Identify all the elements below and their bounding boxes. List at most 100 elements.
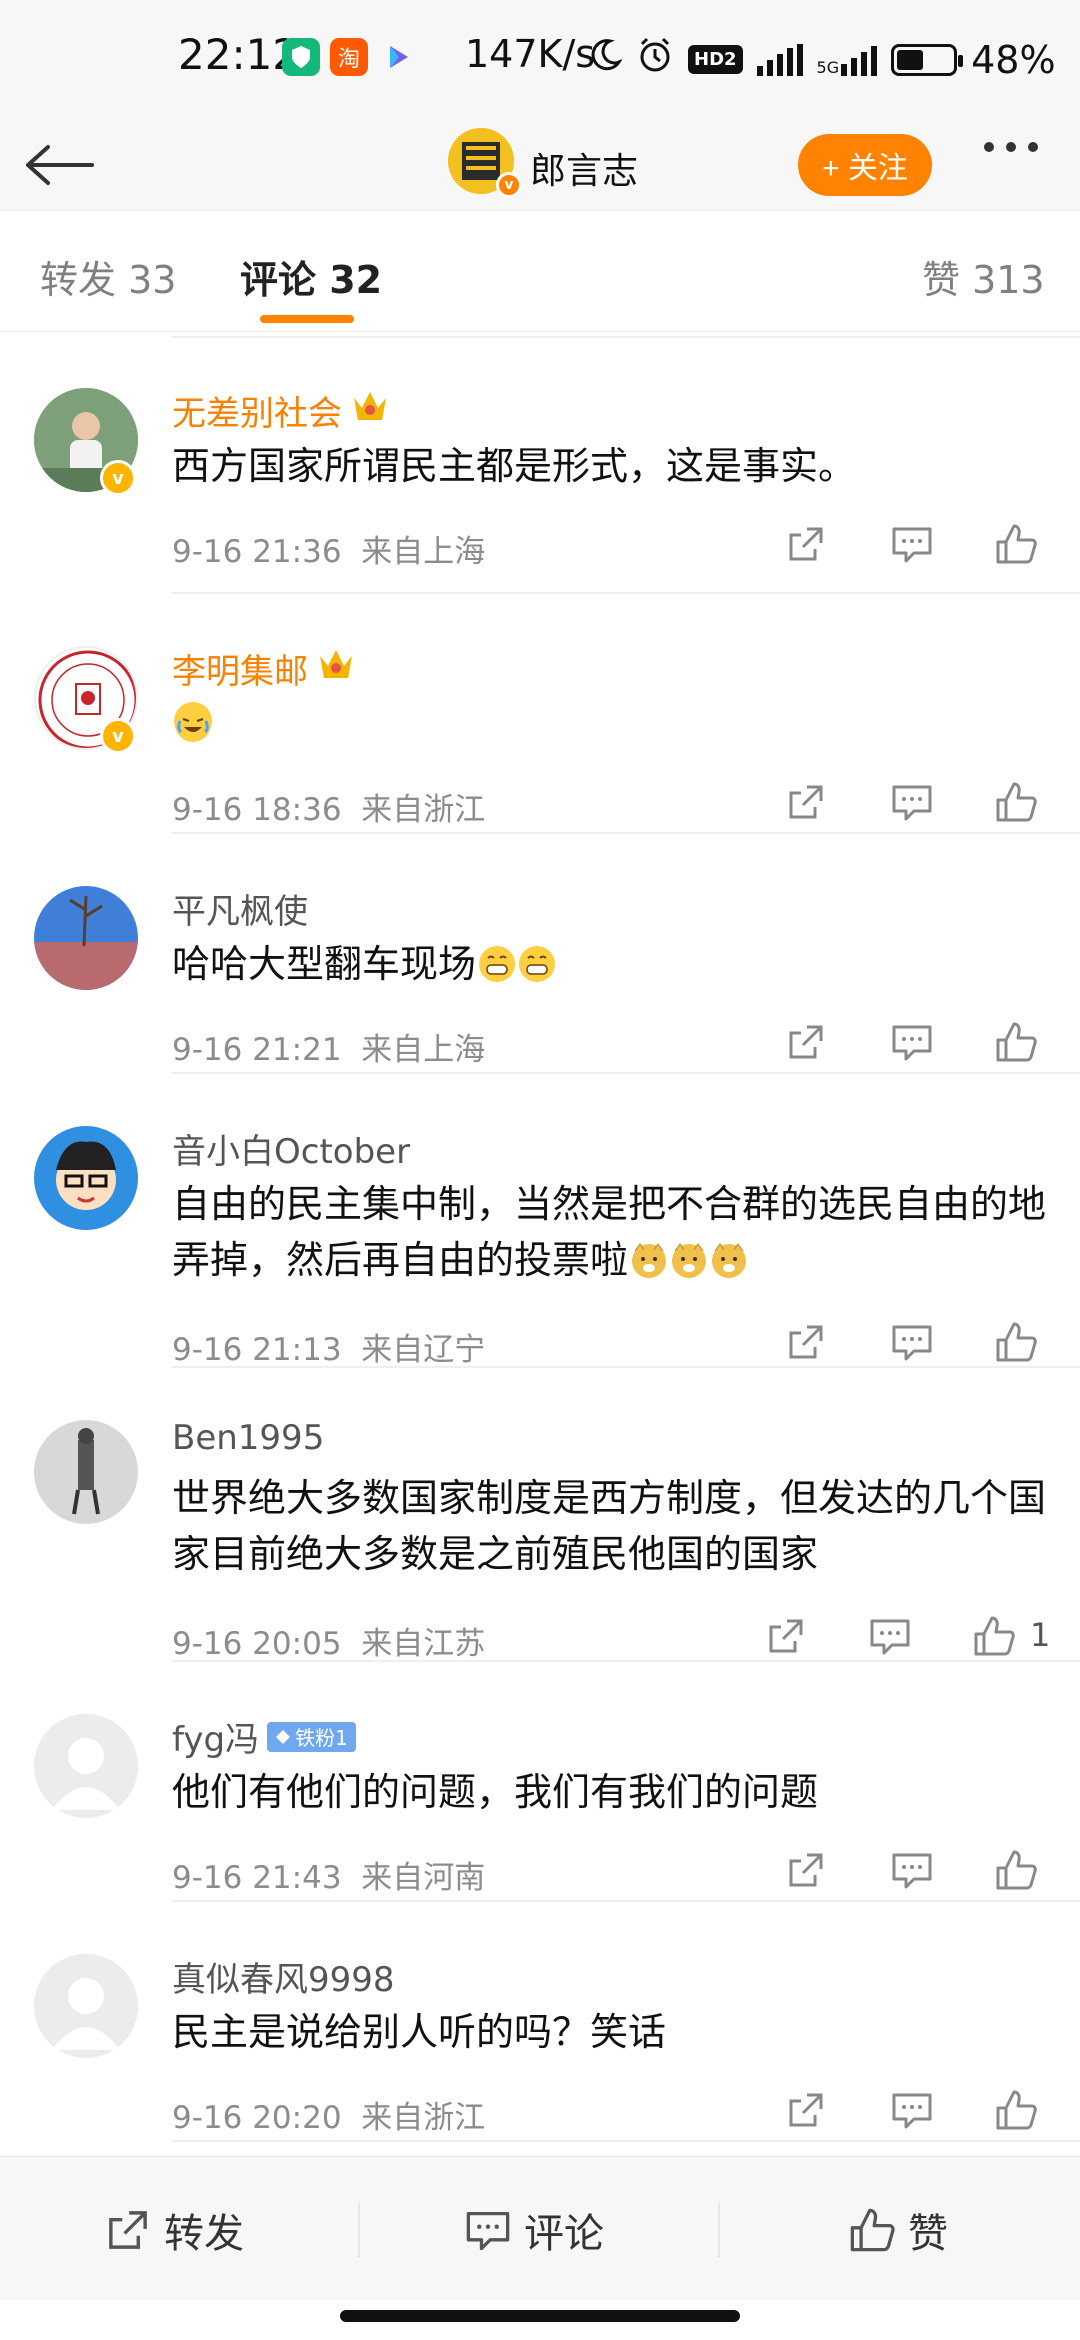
alarm-icon xyxy=(636,36,674,83)
divider xyxy=(358,2203,360,2257)
share-button[interactable] xyxy=(782,1018,830,1066)
comment-username[interactable]: fyg冯 铁粉1 xyxy=(172,1712,356,1761)
home-indicator[interactable] xyxy=(340,2310,740,2322)
reply-button[interactable] xyxy=(888,1018,936,1066)
comment-username[interactable]: 李明集邮 xyxy=(172,644,356,693)
comment-username[interactable]: 音小白October xyxy=(172,1124,410,1173)
thumbs-up-icon xyxy=(996,2090,1037,2130)
comment-button[interactable]: 评论 xyxy=(464,2201,604,2259)
reply-button[interactable] xyxy=(888,1318,936,1366)
comment-text: 西方国家所谓民主都是形式，这是事实。 xyxy=(172,444,857,488)
comment-text xyxy=(172,696,1052,752)
reply-button[interactable] xyxy=(888,520,936,568)
comment-text: 民主是说给别人听的吗？笑话 xyxy=(172,2010,667,2054)
comment-text: 世界绝大多数国家制度是西方制度，但发达的几个国家目前绝大多数是之前殖民他国的国家 xyxy=(172,1476,1047,1576)
fan-badge: 铁粉1 xyxy=(267,1721,356,1752)
comment-username[interactable]: 无差别社会 xyxy=(172,386,390,435)
laugh-cry-emoji-icon xyxy=(174,702,212,742)
doge-emoji-icon xyxy=(630,1238,668,1278)
like-button[interactable] xyxy=(992,2086,1040,2134)
comment-icon xyxy=(892,2093,932,2129)
video-icon xyxy=(378,38,416,76)
crown-icon xyxy=(316,646,356,691)
comment-icon xyxy=(892,1853,932,1889)
comment-username[interactable]: 真似春风9998 xyxy=(172,1952,395,2001)
share-icon xyxy=(789,1325,823,1359)
like-button[interactable] xyxy=(992,778,1040,826)
like-button[interactable] xyxy=(970,1612,1018,1660)
status-right: HD2 5G 48% xyxy=(590,36,1056,83)
more-options-button[interactable] xyxy=(984,142,1038,152)
comment-meta: 9-16 21:13 来自辽宁 xyxy=(172,1332,486,1368)
thumbs-up-icon xyxy=(850,2208,895,2252)
reply-button[interactable] xyxy=(888,778,936,826)
comment-icon xyxy=(870,1619,910,1655)
page-title: 郎言志 xyxy=(530,151,639,192)
reply-button[interactable] xyxy=(866,1612,914,1660)
comment-username[interactable]: 平凡枫使 xyxy=(172,884,308,933)
verified-badge-icon: v xyxy=(100,460,136,496)
tab-comment[interactable]: 评论 32 xyxy=(240,249,382,304)
comment-meta: 9-16 21:36 来自上海 xyxy=(172,534,486,570)
comment-icon xyxy=(892,1025,932,1061)
comment-meta: 9-16 18:36 来自浙江 xyxy=(172,792,486,828)
avatar[interactable] xyxy=(34,1714,138,1818)
share-button[interactable] xyxy=(782,778,830,826)
top-nav: v 郎言志 + 关注 xyxy=(0,120,1080,210)
avatar[interactable] xyxy=(34,1420,138,1524)
signal-5g-icon: 5G xyxy=(817,44,878,76)
share-button[interactable] xyxy=(782,1318,830,1366)
thumbs-up-icon xyxy=(996,524,1037,564)
signal-icon xyxy=(756,43,803,76)
comment-text: 他们有他们的问题，我们有我们的问题 xyxy=(172,1770,819,1814)
avatar[interactable] xyxy=(34,886,138,990)
tab-active-indicator xyxy=(260,315,354,323)
status-time: 22:12 xyxy=(178,30,300,79)
like-button[interactable] xyxy=(992,1846,1040,1894)
tab-like[interactable]: 赞 313 xyxy=(922,249,1045,304)
verified-badge-icon: v xyxy=(496,172,522,198)
tab-bar: 转发 33 评论 32 赞 313 xyxy=(0,210,1080,332)
hd-badge: HD2 xyxy=(688,45,743,74)
reply-button[interactable] xyxy=(888,1846,936,1894)
thumbs-up-icon xyxy=(996,1322,1037,1362)
share-icon xyxy=(789,2093,823,2127)
reply-button[interactable] xyxy=(888,2086,936,2134)
like-button[interactable] xyxy=(992,520,1040,568)
doge-emoji-icon xyxy=(670,1238,708,1278)
comment-meta: 9-16 20:20 来自浙江 xyxy=(172,2100,486,2136)
like-post-button[interactable]: 赞 xyxy=(848,2201,948,2259)
battery-fill xyxy=(897,49,924,70)
avatar[interactable] xyxy=(34,1954,138,2058)
comment-text: 自由的民主集中制，当然是把不合群的选民自由的地弄掉，然后再自由的投票啦 xyxy=(172,1182,1047,1282)
status-app-icons: 淘 xyxy=(282,38,416,76)
diamond-icon xyxy=(276,1729,291,1744)
share-button[interactable] xyxy=(782,520,830,568)
avatar[interactable] xyxy=(34,1126,138,1230)
comment-username[interactable]: Ben1995 xyxy=(172,1418,324,1458)
share-button[interactable] xyxy=(782,2086,830,2134)
grin-emoji-icon xyxy=(478,942,516,982)
thumbs-up-icon xyxy=(974,1616,1015,1656)
share-button[interactable] xyxy=(782,1846,830,1894)
like-count: 1 xyxy=(1030,1616,1051,1654)
like-button[interactable] xyxy=(992,1318,1040,1366)
taobao-icon: 淘 xyxy=(330,38,368,76)
share-button[interactable] xyxy=(762,1612,810,1660)
divider xyxy=(718,2203,720,2257)
comment-meta: 9-16 21:43 来自河南 xyxy=(172,1860,486,1896)
repost-button[interactable]: 转发 xyxy=(104,2201,244,2259)
comment-icon xyxy=(466,2212,510,2251)
share-icon xyxy=(789,785,823,819)
battery-percent: 48% xyxy=(971,37,1056,82)
tab-repost[interactable]: 转发 33 xyxy=(40,249,176,304)
follow-button[interactable]: + 关注 xyxy=(798,134,932,196)
like-button[interactable] xyxy=(992,1018,1040,1066)
thumbs-up-icon xyxy=(996,1850,1037,1890)
verified-badge-icon: v xyxy=(100,718,136,754)
thumbs-up-icon xyxy=(996,1022,1037,1062)
comment-meta: 9-16 20:05 来自江苏 xyxy=(172,1626,486,1662)
comment-icon xyxy=(892,1325,932,1361)
back-button[interactable] xyxy=(24,120,104,210)
crown-icon xyxy=(350,388,390,433)
